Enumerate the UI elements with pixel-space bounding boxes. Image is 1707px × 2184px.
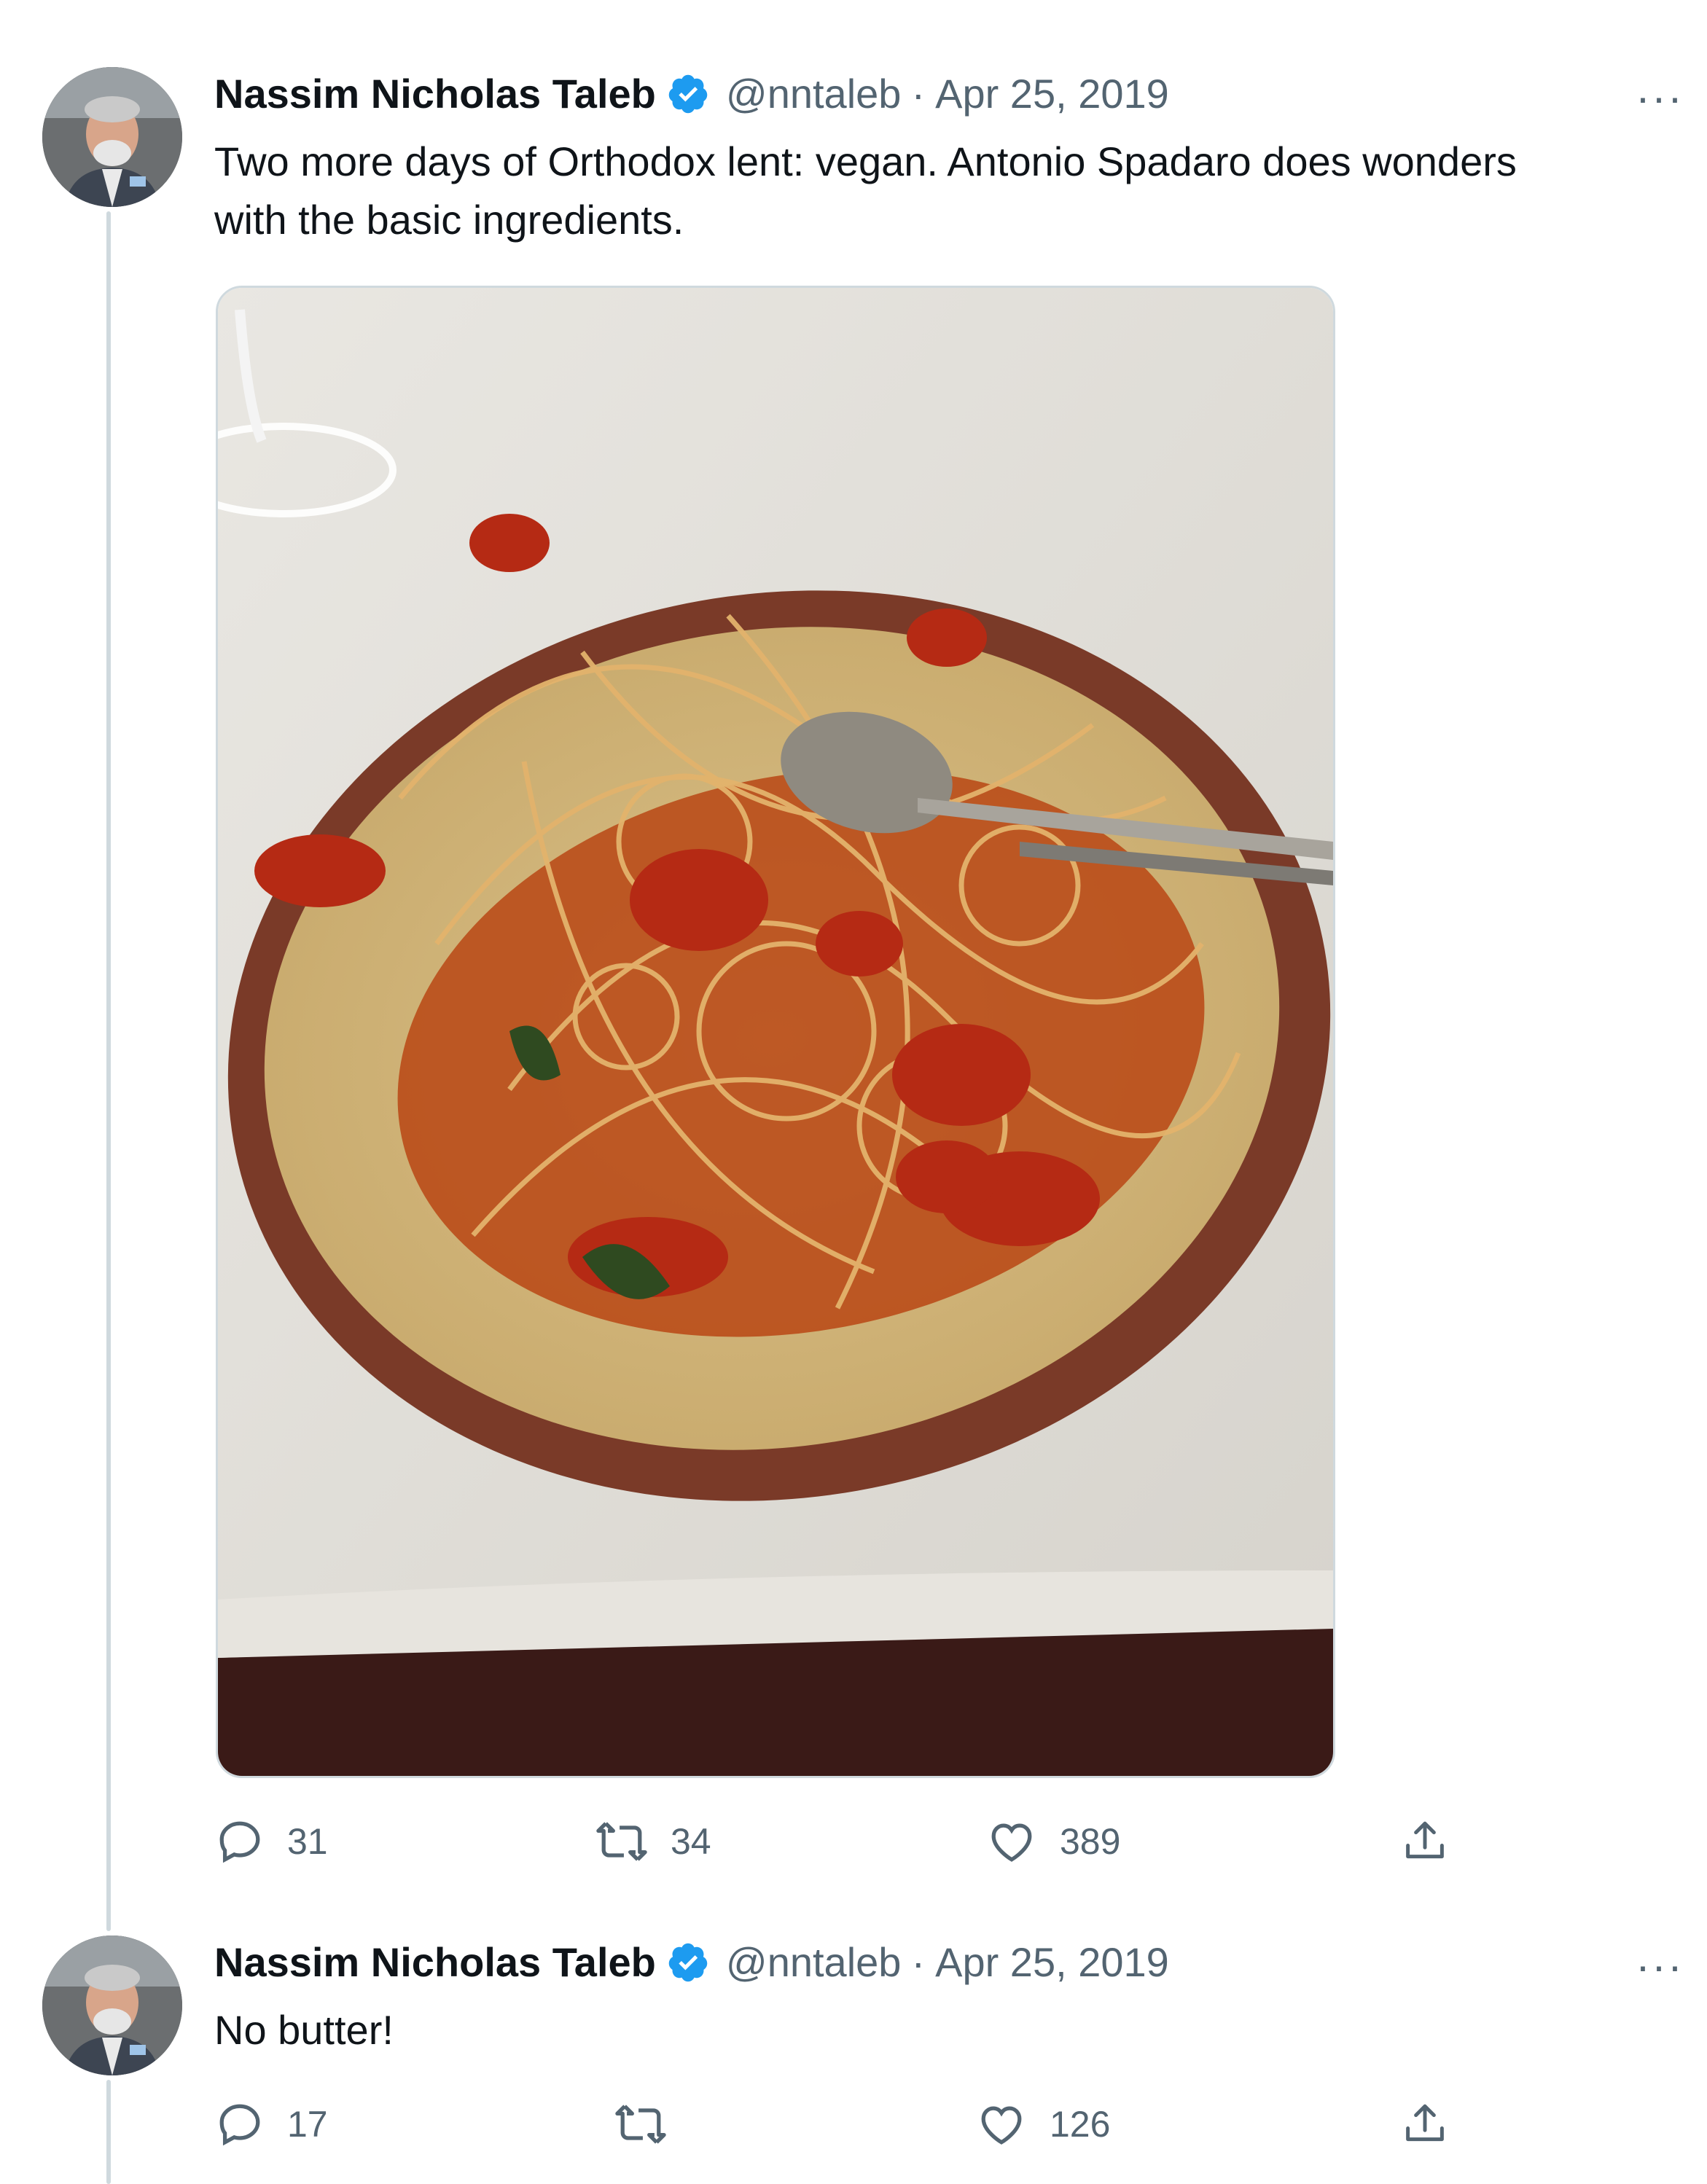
avatar-image xyxy=(42,1936,182,2075)
share-button[interactable] xyxy=(1401,2099,1449,2150)
avatar[interactable] xyxy=(42,67,182,207)
retweet-button[interactable] xyxy=(614,2099,690,2150)
tweet-text-line: Two more days of Orthodox lent: vegan. A… xyxy=(214,138,1517,184)
thread-line xyxy=(106,211,111,1931)
like-count: 126 xyxy=(1050,2104,1111,2145)
author-name[interactable]: Nassim Nicholas Taleb xyxy=(214,1938,656,1986)
avatar-image xyxy=(42,67,182,207)
heart-icon xyxy=(981,2106,1022,2145)
tweet-date[interactable]: Apr 25, 2019 xyxy=(935,1938,1169,1986)
reply-button[interactable]: 31 xyxy=(214,1816,328,1867)
like-button[interactable]: 126 xyxy=(975,2099,1110,2150)
verified-badge-icon xyxy=(666,72,710,116)
share-icon xyxy=(1406,2104,1444,2142)
verified-badge-icon xyxy=(666,1941,710,1984)
more-icon[interactable]: ··· xyxy=(1636,76,1684,120)
tweet-text: No butter! xyxy=(214,2001,1665,2059)
author-handle[interactable]: @nntaleb xyxy=(726,1938,902,1986)
author-name[interactable]: Nassim Nicholas Taleb xyxy=(214,70,656,117)
share-icon xyxy=(1406,1821,1444,1859)
food-photo-image xyxy=(218,288,1333,1776)
meta-separator: · xyxy=(911,1939,926,1985)
retweet-icon xyxy=(596,1822,647,1861)
reply-icon xyxy=(219,2104,260,2146)
heart-icon xyxy=(991,1823,1032,1862)
reply-count: 17 xyxy=(287,2104,328,2145)
more-icon[interactable]: ··· xyxy=(1636,1944,1684,1988)
retweet-button[interactable]: 34 xyxy=(595,1816,711,1867)
author-handle[interactable]: @nntaleb xyxy=(726,70,902,117)
tweet-photo[interactable] xyxy=(216,286,1335,1778)
reply-button[interactable]: 17 xyxy=(214,2099,328,2150)
like-count: 389 xyxy=(1060,1821,1121,1862)
retweet-count: 34 xyxy=(671,1821,711,1862)
tweet-header: Nassim Nicholas Taleb @nntaleb · Apr 25,… xyxy=(214,1938,1169,1986)
retweet-icon xyxy=(615,2105,666,2144)
tweet-text: Two more days of Orthodox lent: vegan. A… xyxy=(214,133,1665,249)
like-button[interactable]: 389 xyxy=(985,1816,1120,1867)
avatar[interactable] xyxy=(42,1936,182,2075)
thread-line xyxy=(106,2080,111,2184)
reply-count: 31 xyxy=(287,1821,328,1862)
tweet-date[interactable]: Apr 25, 2019 xyxy=(935,70,1169,117)
tweet-text-line: with the basic ingredients. xyxy=(214,197,684,243)
meta-separator: · xyxy=(911,71,926,117)
tweet-header: Nassim Nicholas Taleb @nntaleb · Apr 25,… xyxy=(214,70,1169,117)
share-button[interactable] xyxy=(1401,1816,1449,1867)
tweet-text-line: No butter! xyxy=(214,2007,394,2053)
reply-icon xyxy=(219,1821,260,1863)
